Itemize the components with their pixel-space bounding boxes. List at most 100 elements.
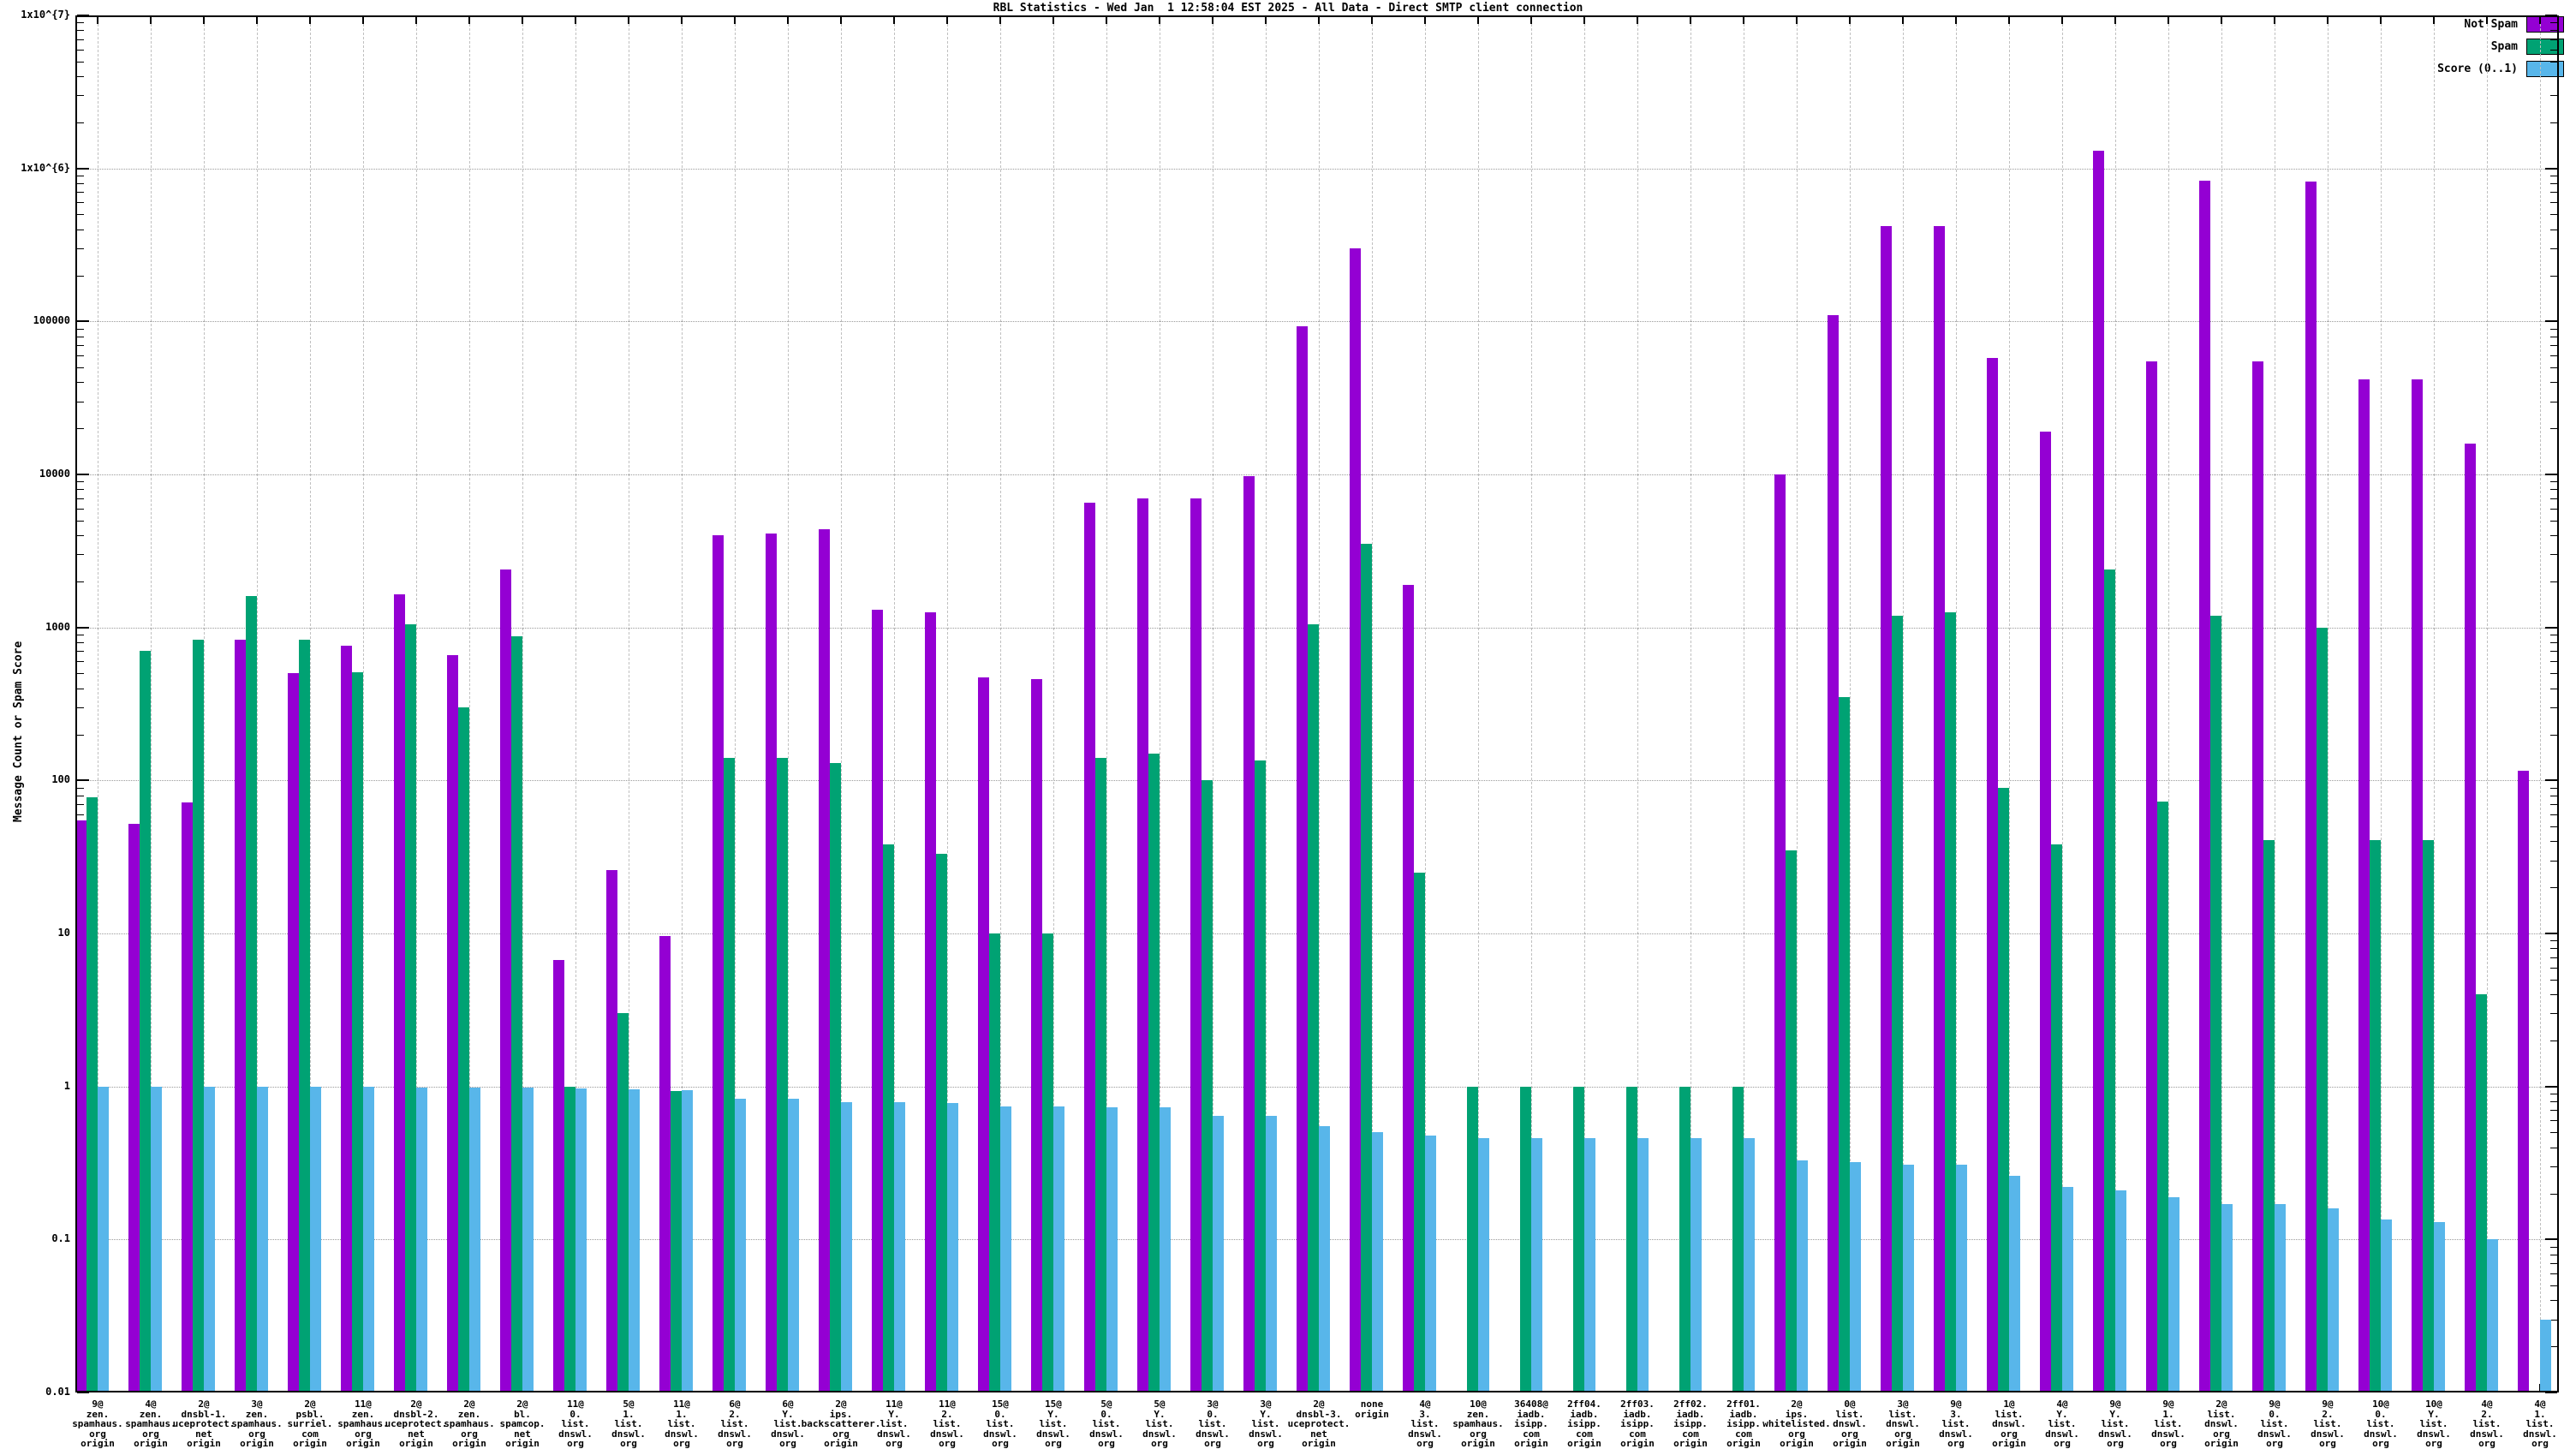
y-tick-major-right <box>2545 627 2557 629</box>
bar-score <box>257 1087 268 1392</box>
bar-spam <box>1361 544 1372 1392</box>
bar-score <box>894 1102 905 1392</box>
bar-spam <box>2210 616 2221 1392</box>
legend-entry-not_spam: Not Spam <box>2437 17 2564 32</box>
bar-spam <box>1202 780 1213 1392</box>
y-tick-minor-right <box>2550 994 2557 995</box>
legend-swatch-spam <box>2526 39 2564 55</box>
y-tick-minor-left <box>77 39 84 40</box>
bar-spam <box>830 763 841 1392</box>
bar-score <box>98 1087 109 1392</box>
y-tick-minor-left <box>77 183 84 184</box>
y-tick-minor-left <box>77 329 84 330</box>
bar-spam <box>777 758 788 1392</box>
bar-not-spam <box>128 824 140 1392</box>
legend-entry-spam: Spam <box>2437 39 2564 54</box>
x-tick-top <box>1583 17 1585 24</box>
bar-spam <box>405 624 416 1392</box>
y-tick-minor-left <box>77 642 84 643</box>
x-tick-top <box>1477 17 1479 24</box>
y-tick-minor-left <box>77 489 84 490</box>
bar-spam <box>246 596 257 1392</box>
bar-spam <box>1467 1087 1478 1392</box>
bar-spam <box>2157 802 2168 1392</box>
x-tick-top <box>1530 17 1532 24</box>
x-tick-top <box>97 17 98 24</box>
y-tick-minor-left <box>77 521 84 522</box>
y-tick-minor-right <box>2550 1120 2557 1121</box>
bar-spam <box>140 651 151 1392</box>
bar-spam <box>1786 850 1797 1392</box>
y-tick-minor-right <box>2550 841 2557 842</box>
y-tick-major-right <box>2545 15 2557 16</box>
bar-not-spam <box>659 936 671 1392</box>
y-tick-label: 10 <box>3 927 70 939</box>
bar-score <box>1160 1107 1171 1392</box>
y-tick-minor-right <box>2550 62 2557 63</box>
x-tick-top <box>734 17 736 24</box>
y-tick-minor-left <box>77 50 84 51</box>
chart-title: RBL Statistics - Wed Jan 1 12:58:04 EST … <box>0 2 2576 15</box>
legend-swatch-score <box>2526 61 2564 77</box>
x-tick-top <box>2327 17 2329 24</box>
y-tick-minor-left <box>77 804 84 805</box>
legend: Not SpamSpamScore (0..1) <box>2437 17 2564 84</box>
bar-score <box>2275 1204 2286 1392</box>
bar-score <box>469 1088 480 1392</box>
y-tick-minor-left <box>77 581 84 582</box>
x-tick-top <box>893 17 895 24</box>
y-tick-minor-right <box>2550 957 2557 958</box>
y-tick-minor-right <box>2550 1247 2557 1248</box>
bar-not-spam <box>766 534 777 1392</box>
bar-not-spam <box>1403 585 1414 1392</box>
y-tick-major-left <box>77 627 89 629</box>
y-tick-minor-right <box>2550 202 2557 203</box>
bar-spam <box>86 797 98 1392</box>
bar-score <box>2115 1190 2126 1392</box>
y-tick-minor-right <box>2550 248 2557 249</box>
bar-not-spam <box>1774 474 1786 1392</box>
y-tick-minor-left <box>77 192 84 193</box>
x-tick-top <box>1955 17 1957 24</box>
bar-spam <box>1892 616 1903 1392</box>
bar-score <box>1266 1116 1277 1392</box>
bar-not-spam <box>2518 771 2529 1392</box>
x-gridline <box>2328 15 2329 1392</box>
y-tick-minor-right <box>2550 535 2557 536</box>
y-tick-minor-right <box>2550 940 2557 941</box>
y-tick-minor-right <box>2550 367 2557 368</box>
bar-not-spam <box>235 640 246 1392</box>
bar-spam <box>1095 758 1106 1392</box>
bar-spam <box>1998 788 2009 1392</box>
bar-score <box>788 1099 799 1392</box>
bar-spam <box>989 933 1000 1392</box>
y-tick-minor-right <box>2550 707 2557 708</box>
y-tick-minor-left <box>77 428 84 429</box>
x-gridline <box>2434 15 2435 1392</box>
y-tick-minor-left <box>77 30 84 31</box>
y-tick-minor-right <box>2550 214 2557 215</box>
y-tick-minor-left <box>77 651 84 652</box>
x-gridline <box>2062 15 2063 1392</box>
bar-score <box>1903 1165 1914 1392</box>
y-tick-minor-right <box>2550 1320 2557 1321</box>
bar-not-spam <box>553 960 564 1392</box>
y-tick-label: 100000 <box>3 314 70 326</box>
y-tick-minor-right <box>2550 355 2557 356</box>
bar-spam <box>2317 628 2328 1392</box>
bar-not-spam <box>2465 444 2476 1392</box>
bar-spam <box>2051 844 2062 1392</box>
y-tick-minor-right <box>2550 509 2557 510</box>
x-gridline <box>2168 15 2169 1392</box>
x-tick-top <box>415 17 417 24</box>
bar-spam <box>1148 754 1160 1392</box>
y-tick-minor-left <box>77 76 84 77</box>
bar-spam <box>883 844 894 1392</box>
y-tick-minor-right <box>2550 804 2557 805</box>
y-tick-minor-left <box>77 498 84 499</box>
y-tick-label: 1x10^{6} <box>3 162 70 174</box>
y-tick-minor-right <box>2550 498 2557 499</box>
x-gridline <box>2487 15 2488 1392</box>
bar-not-spam <box>2305 182 2317 1392</box>
x-tick-top <box>2168 17 2169 24</box>
